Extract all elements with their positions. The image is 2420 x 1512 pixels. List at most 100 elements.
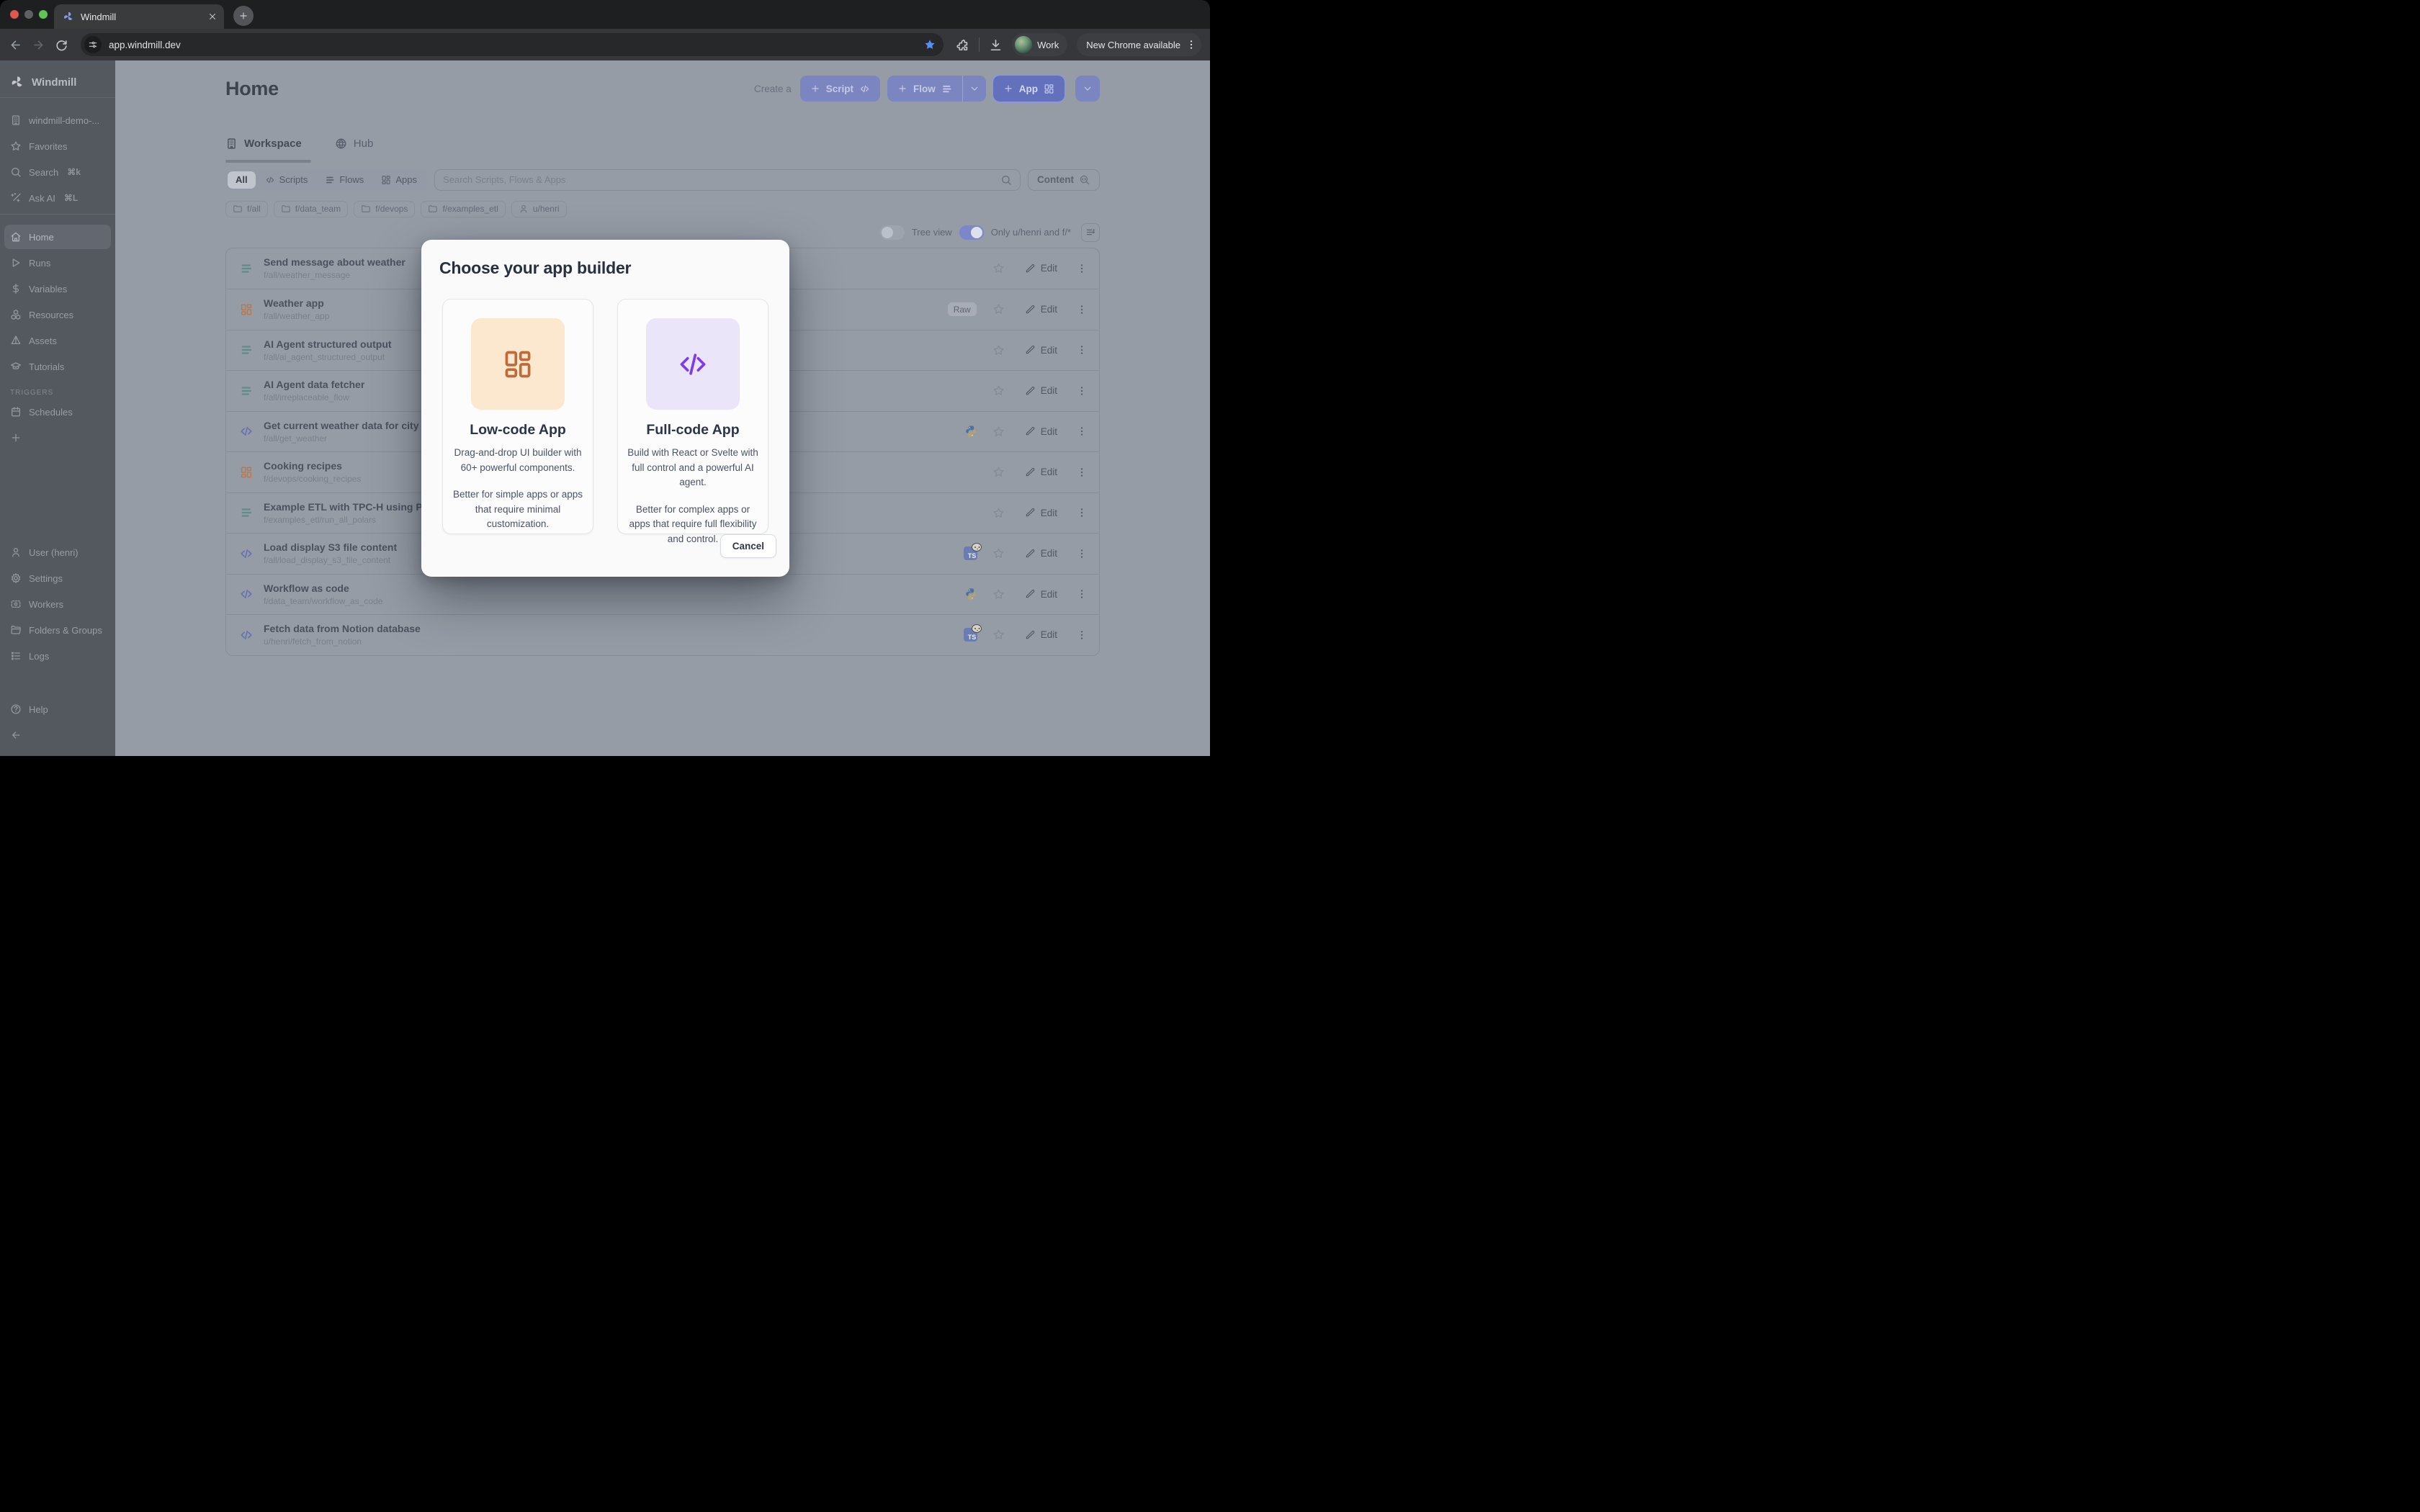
sidebar-item-home[interactable]: Home (4, 225, 111, 249)
sidebar-item-help[interactable]: Help (4, 697, 111, 721)
tab-hub[interactable]: Hub (335, 138, 374, 150)
tab-workspace[interactable]: Workspace (225, 138, 302, 150)
sidebar-item-folders-groups[interactable]: Folders & Groups (4, 618, 111, 642)
back-icon[interactable] (9, 38, 22, 52)
edit-button-label: Edit (1041, 467, 1057, 477)
favorite-star-icon[interactable] (992, 588, 1005, 600)
filter-pill-apps[interactable]: Apps (373, 171, 425, 189)
folder-chip-f-all[interactable]: f/all (225, 201, 268, 217)
extensions-puzzle-icon[interactable] (956, 38, 969, 52)
owner-filter-toggle[interactable] (959, 225, 984, 240)
sidebar-item-windmill-demo[interactable]: windmill-demo-... (4, 108, 111, 132)
list-item[interactable]: Workflow as codef/data_team/workflow_as_… (226, 574, 1099, 615)
sidebar-item-tutorials[interactable]: Tutorials (4, 354, 111, 379)
sidebar-item-item[interactable] (4, 723, 111, 747)
row-menu-button[interactable] (1076, 588, 1088, 600)
edit-button[interactable]: Edit (1025, 385, 1057, 396)
browser-toolbar: app.windmill.dev Work New Chrome availab… (0, 29, 1210, 60)
forward-icon[interactable] (32, 38, 45, 52)
favorite-star-icon[interactable] (992, 466, 1005, 478)
row-menu-button[interactable] (1076, 548, 1088, 559)
favorite-star-icon[interactable] (992, 344, 1005, 356)
edit-button[interactable]: Edit (1025, 508, 1057, 518)
sidebar-item-logs[interactable]: Logs (4, 644, 111, 668)
download-icon[interactable] (989, 38, 1003, 52)
filter-pill-scripts[interactable]: Scripts (257, 171, 316, 189)
row-menu-button[interactable] (1076, 385, 1088, 397)
new-tab-button[interactable] (233, 6, 254, 26)
kebab-menu-icon[interactable] (1186, 39, 1197, 50)
search-input[interactable] (443, 174, 1000, 185)
row-menu-button[interactable] (1076, 304, 1088, 315)
building-icon (225, 138, 238, 150)
create-flow-button[interactable]: Flow (887, 76, 962, 102)
edit-button[interactable]: Edit (1025, 589, 1057, 600)
edit-button[interactable]: Edit (1025, 467, 1057, 477)
arrow-left-icon (10, 729, 22, 741)
content-search-button[interactable]: Content (1028, 169, 1100, 191)
tree-view-toggle[interactable] (880, 225, 905, 240)
edit-button[interactable]: Edit (1025, 304, 1057, 315)
sidebar-item-runs[interactable]: Runs (4, 251, 111, 275)
flow-dropdown-button[interactable] (963, 76, 986, 102)
flow-icon (240, 343, 253, 356)
filter-pill-all[interactable]: All (228, 171, 256, 189)
favorite-star-icon[interactable] (992, 547, 1005, 559)
reload-icon[interactable] (55, 38, 68, 52)
sidebar-item-resources[interactable]: Resources (4, 302, 111, 327)
app-builder-card-full-code-app[interactable]: Full-code AppBuild with React or Svelte … (617, 299, 768, 534)
sidebar-item-variables[interactable]: Variables (4, 276, 111, 301)
zoom-window-button[interactable] (39, 10, 48, 19)
folder-chip-f-examples-etl[interactable]: f/examples_etl (421, 201, 505, 217)
list-item[interactable]: Fetch data from Notion databaseu/henri/f… (226, 614, 1099, 655)
edit-button[interactable]: Edit (1025, 263, 1057, 274)
folder-chip-u-henri[interactable]: u/henri (511, 201, 567, 217)
cancel-button[interactable]: Cancel (720, 534, 776, 558)
row-menu-button[interactable] (1076, 629, 1088, 641)
folder-chip-f-data-team[interactable]: f/data_team (274, 201, 348, 217)
sidebar-item-item[interactable] (4, 426, 111, 450)
favorite-star-icon[interactable] (992, 507, 1005, 519)
sidebar-item-assets[interactable]: Assets (4, 328, 111, 353)
edit-button[interactable]: Edit (1025, 426, 1057, 437)
workspace-logo[interactable]: Windmill (0, 69, 115, 95)
row-menu-button[interactable] (1076, 507, 1088, 518)
row-menu-button[interactable] (1076, 426, 1088, 437)
minimize-window-button[interactable] (24, 10, 33, 19)
profile-chip[interactable]: Work (1012, 33, 1067, 56)
edit-button[interactable]: Edit (1025, 629, 1057, 640)
close-window-button[interactable] (10, 10, 19, 19)
favorite-star-icon[interactable] (992, 426, 1005, 438)
pencil-icon (1025, 345, 1035, 355)
edit-button[interactable]: Edit (1025, 345, 1057, 356)
row-menu-button[interactable] (1076, 467, 1088, 478)
create-script-button[interactable]: Script (800, 76, 880, 102)
update-chrome-button[interactable]: New Chrome available (1077, 33, 1201, 56)
sidebar-item-favorites[interactable]: Favorites (4, 134, 111, 158)
sidebar-item-settings[interactable]: Settings (4, 566, 111, 590)
app-dropdown-button[interactable] (1075, 76, 1100, 102)
favorite-star-icon[interactable] (992, 384, 1005, 397)
row-menu-button[interactable] (1076, 263, 1088, 274)
app-builder-card-low-code-app[interactable]: Low-code AppDrag-and-drop UI builder wit… (442, 299, 593, 534)
sidebar-item-workers[interactable]: Workers (4, 592, 111, 616)
row-path: f/all/irreplaceable_flow (264, 392, 364, 402)
create-app-button[interactable]: App (993, 76, 1065, 102)
bookmark-star-icon[interactable] (923, 38, 936, 51)
sidebar-item-user-henri[interactable]: User (henri) (4, 540, 111, 564)
sidebar-item-search[interactable]: Search⌘k (4, 160, 111, 184)
close-tab-icon[interactable] (208, 12, 217, 21)
edit-button[interactable]: Edit (1025, 548, 1057, 559)
advanced-filter-button[interactable] (1081, 223, 1100, 242)
favorite-star-icon[interactable] (992, 629, 1005, 641)
sidebar-item-ask-ai[interactable]: Ask AI⌘L (4, 186, 111, 210)
browser-tab[interactable]: Windmill (54, 4, 224, 29)
filter-pill-flows[interactable]: Flows (317, 171, 372, 189)
site-settings-icon[interactable] (84, 36, 102, 53)
sidebar-item-schedules[interactable]: Schedules (4, 400, 111, 424)
address-bar[interactable]: app.windmill.dev (81, 33, 944, 56)
folder-chip-f-devops[interactable]: f/devops (354, 201, 415, 217)
favorite-star-icon[interactable] (992, 303, 1005, 315)
row-menu-button[interactable] (1076, 344, 1088, 356)
favorite-star-icon[interactable] (992, 262, 1005, 274)
